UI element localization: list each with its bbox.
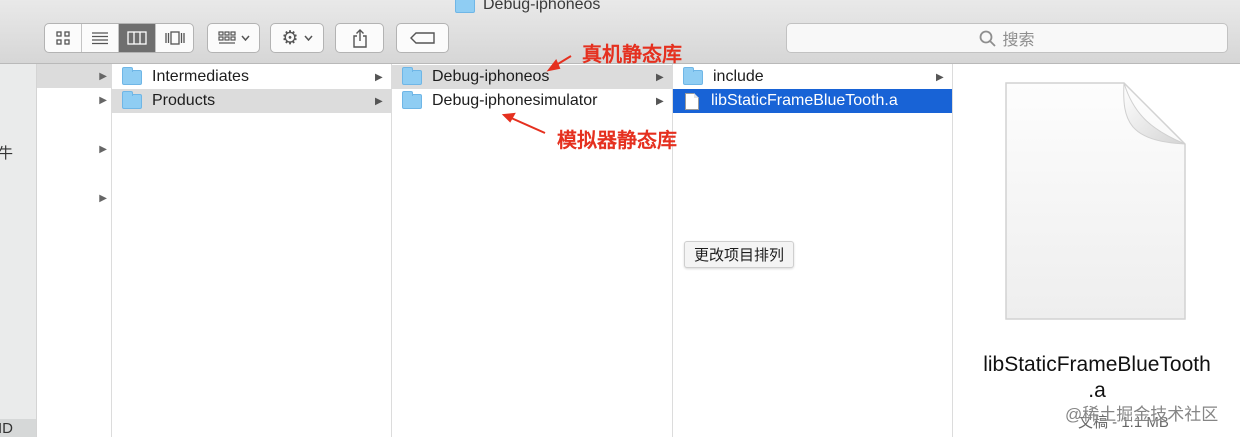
annotation-device-library: 真机静态库 xyxy=(582,44,682,66)
annotation-simulator-library: 模拟器静态库 xyxy=(557,130,677,152)
watermark: @稀土掘金技术社区 xyxy=(1065,405,1219,424)
annotation-arrow-simulator xyxy=(501,112,546,134)
annotation-arrow-device xyxy=(546,55,572,72)
